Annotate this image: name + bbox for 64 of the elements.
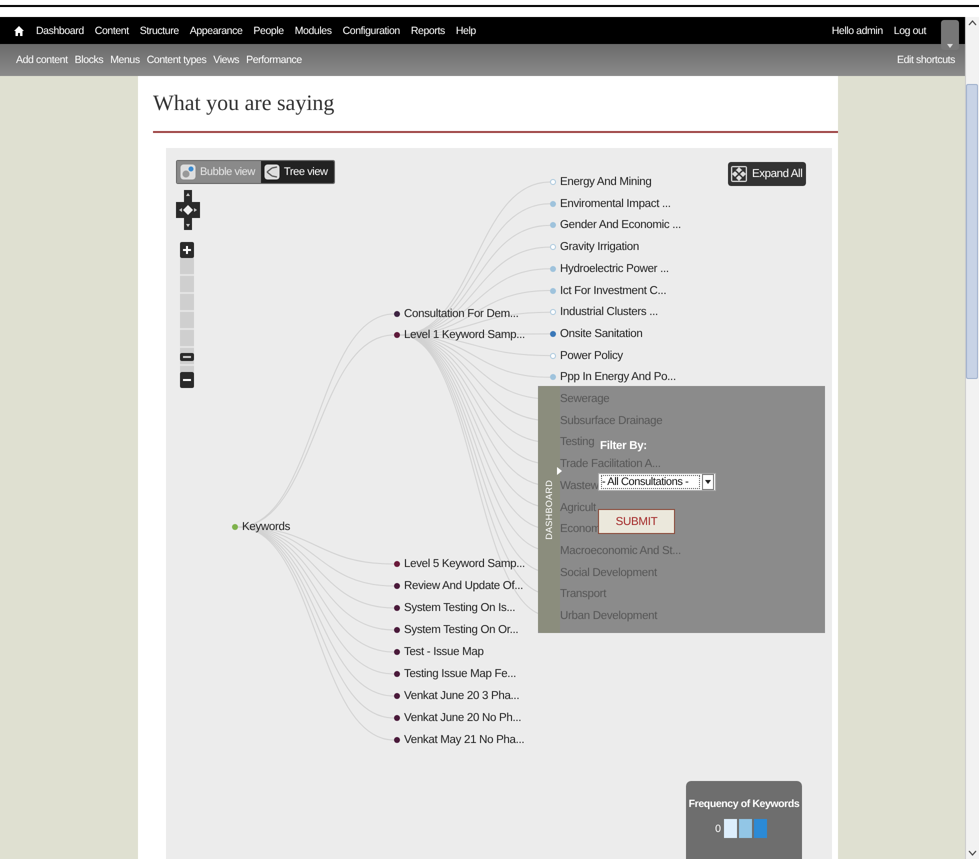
shortcut-link[interactable]: Menus <box>110 54 140 66</box>
menu-link[interactable]: Content <box>94 24 129 36</box>
node-label[interactable]: System Testing On Or... <box>404 624 518 636</box>
menu-link[interactable]: Reports <box>410 24 445 36</box>
node-label[interactable]: Enviromental Impact ... <box>560 198 671 210</box>
shortcut-link[interactable]: Blocks <box>74 54 104 66</box>
node-label[interactable]: Onsite Sanitation <box>560 328 642 340</box>
filter-select[interactable]: - All Consultations - <box>598 473 716 491</box>
node-label[interactable]: Industrial Clusters ... <box>560 306 658 318</box>
user-greeting-link[interactable]: Hello admin <box>832 24 883 36</box>
caret-icon <box>946 42 954 50</box>
caret-icon <box>705 480 711 484</box>
node-label[interactable]: System Testing On Is... <box>404 602 516 614</box>
node-label[interactable]: Gender And Economic ... <box>560 219 681 232</box>
shortcut-link[interactable]: Add content <box>16 54 68 66</box>
legend-title: Frequency of Keywords <box>688 798 800 810</box>
node-label[interactable]: Test - Issue Map <box>404 646 484 658</box>
arrow-icon <box>557 467 562 475</box>
node-label[interactable]: Level 5 Keyword Samp... <box>404 558 525 570</box>
bubble-icon <box>180 164 196 180</box>
node-label[interactable]: Energy And Mining <box>560 176 652 188</box>
tree-icon <box>264 164 280 180</box>
zoom-slider-thumb[interactable] <box>180 353 194 362</box>
node-label[interactable]: Venkat June 20 3 Pha... <box>404 690 520 702</box>
node-label[interactable]: Gravity Irrigation <box>560 241 639 254</box>
shortcut-link[interactable]: Views <box>213 54 240 66</box>
menu-link[interactable]: People <box>253 24 284 36</box>
minus-icon <box>183 376 191 384</box>
node-label[interactable]: Power Policy <box>560 350 623 362</box>
node-label[interactable]: Review And Update Of... <box>404 580 524 592</box>
node-label[interactable]: Venkat May 21 No Pha... <box>404 734 524 746</box>
shortcut-link[interactable]: Content types <box>146 54 206 66</box>
logout-link[interactable]: Log out <box>894 24 926 36</box>
menu-link[interactable]: Dashboard <box>36 24 84 36</box>
node-label[interactable]: Testing Issue Map Fe... <box>404 668 516 680</box>
menu-link[interactable]: Help <box>456 24 476 36</box>
page-title: What you are saying <box>152 89 336 117</box>
dashboard-tab-label: DASHBOARD <box>544 480 554 540</box>
legend-min-label: 0 <box>715 822 721 834</box>
menu-link[interactable]: Configuration <box>342 24 400 36</box>
menu-link[interactable]: Appearance <box>190 24 242 36</box>
scrollbar-thumb[interactable] <box>966 84 978 379</box>
node-label[interactable]: Venkat June 20 No Ph... <box>404 712 522 724</box>
shortcuts-toggle-button[interactable] <box>941 20 959 50</box>
node-label[interactable]: Hydroelectric Power ... <box>560 262 669 275</box>
expand-all-button[interactable]: Expand All <box>728 162 806 186</box>
plus-icon <box>183 246 191 254</box>
node-label[interactable]: Ict For Investment C... <box>560 284 666 296</box>
pan-control-icon[interactable] <box>176 190 200 230</box>
zoom-in-button[interactable] <box>180 242 194 258</box>
home-icon[interactable] <box>13 24 25 36</box>
view-tab[interactable]: Tree view <box>260 161 334 183</box>
node-label[interactable]: Consultation For Dem... <box>404 308 519 320</box>
node-label[interactable]: Ppp In Energy And Po... <box>560 371 676 384</box>
filter-label: Filter By: <box>600 440 647 452</box>
zoom-out-button[interactable] <box>180 372 194 388</box>
menu-link[interactable]: Structure <box>140 24 179 36</box>
shortcut-link[interactable]: Performance <box>246 54 302 66</box>
menu-link[interactable]: Modules <box>294 24 332 36</box>
node-label[interactable]: Keywords <box>242 521 290 533</box>
edit-shortcuts-link[interactable]: Edit shortcuts <box>896 54 955 66</box>
submit-button[interactable]: SUBMIT <box>598 509 675 534</box>
expand-arrows-icon <box>731 166 747 182</box>
node-label[interactable]: Level 1 Keyword Samp... <box>404 329 525 341</box>
